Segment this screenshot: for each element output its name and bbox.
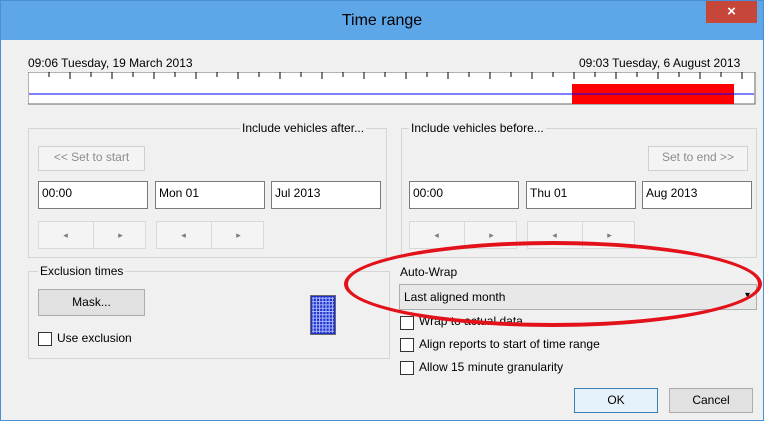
after-day-field[interactable]: Mon 01 xyxy=(155,181,265,209)
cancel-button[interactable]: Cancel xyxy=(669,388,753,413)
increment-icon[interactable]: ▸ xyxy=(93,222,147,248)
increment-icon[interactable]: ▸ xyxy=(582,222,636,248)
increment-icon[interactable]: ▸ xyxy=(211,222,265,248)
before-time-field[interactable]: 00:00 xyxy=(409,181,519,209)
calendar-grid-icon[interactable] xyxy=(310,295,336,335)
after-month-field[interactable]: Jul 2013 xyxy=(271,181,381,209)
set-to-end-button[interactable]: Set to end >> xyxy=(648,146,748,171)
auto-wrap-dropdown[interactable]: Last aligned month ▾ xyxy=(399,284,757,310)
before-time-spinner[interactable]: ◂ ▸ xyxy=(409,221,517,249)
wrap-actual-data-label: Wrap to actual data xyxy=(419,314,523,328)
chevron-down-icon: ▾ xyxy=(744,290,750,301)
before-date-spinner[interactable]: ◂ ▸ xyxy=(527,221,635,249)
exclusion-label: Exclusion times xyxy=(38,264,126,278)
decrement-icon[interactable]: ◂ xyxy=(157,222,210,248)
use-exclusion-label: Use exclusion xyxy=(57,331,132,345)
allow-15min-label: Allow 15 minute granularity xyxy=(419,360,564,374)
after-time-field[interactable]: 00:00 xyxy=(38,181,148,209)
window-title: Time range xyxy=(341,12,423,29)
after-time-spinner[interactable]: ◂ ▸ xyxy=(38,221,146,249)
decrement-icon[interactable]: ◂ xyxy=(39,222,92,248)
close-button[interactable]: × xyxy=(706,1,757,23)
set-to-start-button[interactable]: << Set to start xyxy=(38,146,145,171)
wrap-actual-data-checkbox[interactable] xyxy=(400,316,414,330)
timeline-ruler[interactable] xyxy=(28,72,756,105)
use-exclusion-checkbox[interactable] xyxy=(38,332,52,346)
auto-wrap-label: Auto-Wrap xyxy=(400,265,458,279)
decrement-icon[interactable]: ◂ xyxy=(528,222,581,248)
align-reports-checkbox[interactable] xyxy=(400,338,414,352)
timeline-end-label: 09:03 Tuesday, 6 August 2013 xyxy=(579,56,741,70)
title-bar: Time range × xyxy=(1,1,763,40)
include-after-label: Include vehicles after... xyxy=(240,121,367,135)
allow-15min-checkbox[interactable] xyxy=(400,361,414,375)
include-before-label: Include vehicles before... xyxy=(409,121,546,135)
align-reports-label: Align reports to start of time range xyxy=(419,337,600,351)
decrement-icon[interactable]: ◂ xyxy=(410,222,463,248)
after-date-spinner[interactable]: ◂ ▸ xyxy=(156,221,264,249)
increment-icon[interactable]: ▸ xyxy=(464,222,518,248)
ok-button[interactable]: OK xyxy=(574,388,658,413)
time-range-dialog: Time range × 09:06 Tuesday, 19 March 201… xyxy=(0,0,764,421)
timeline-start-label: 09:06 Tuesday, 19 March 2013 xyxy=(28,56,193,70)
before-day-field[interactable]: Thu 01 xyxy=(526,181,636,209)
before-month-field[interactable]: Aug 2013 xyxy=(642,181,752,209)
mask-button[interactable]: Mask... xyxy=(38,289,145,316)
auto-wrap-selected: Last aligned month xyxy=(404,290,506,304)
